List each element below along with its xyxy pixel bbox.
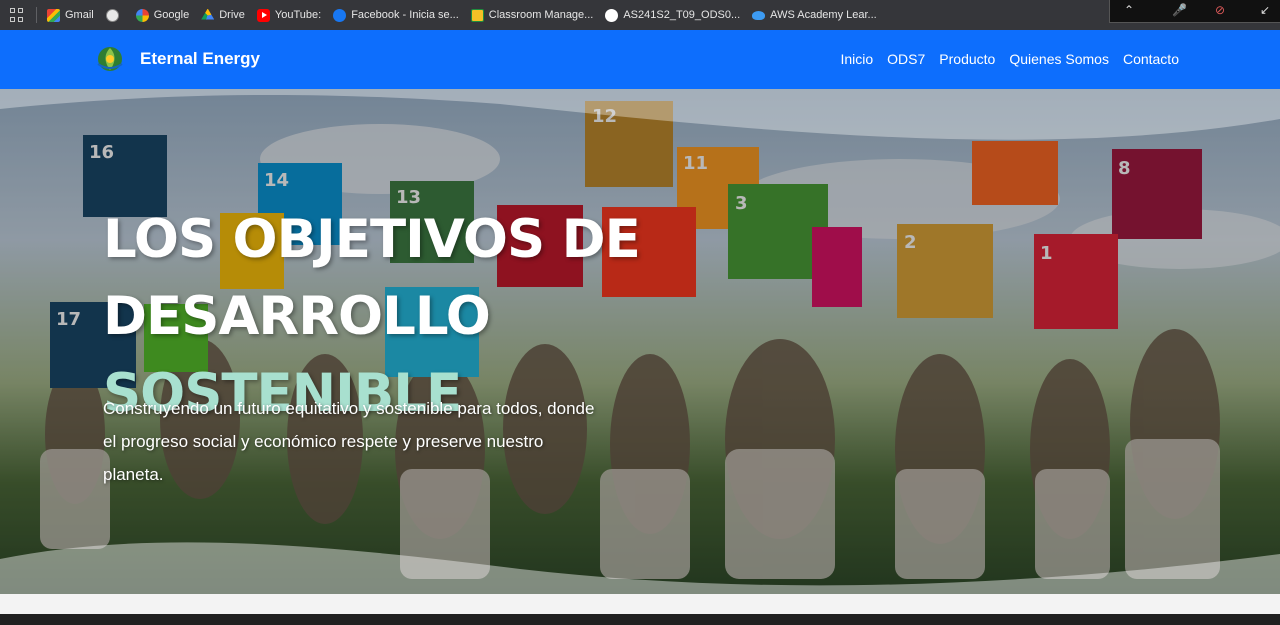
nav-link-producto[interactable]: Producto — [939, 51, 995, 67]
bookmark-aws[interactable]: AWS Academy Lear... — [752, 9, 877, 21]
chevron-up-icon[interactable]: ⌃ — [1124, 3, 1134, 17]
nav-links: Inicio ODS7 Producto Quienes Somos Conta… — [840, 51, 1179, 67]
collapse-icon[interactable]: ↙ — [1260, 3, 1270, 17]
bookmark-gmail[interactable]: Gmail — [47, 8, 94, 22]
classroom-icon — [470, 8, 484, 22]
camera-off-icon[interactable]: ⊘ — [1215, 3, 1225, 17]
aws-icon — [752, 10, 766, 20]
drive-icon — [201, 8, 215, 20]
site-navbar: Eternal Energy Inicio ODS7 Producto Quie… — [0, 30, 1280, 89]
circle-site-icon — [105, 8, 119, 22]
bookmark-site[interactable] — [105, 8, 124, 22]
page-content-strip — [0, 594, 1280, 614]
hero-top-wave — [0, 89, 1280, 140]
bookmark-drive[interactable]: Drive — [201, 8, 245, 22]
bookmark-classroom[interactable]: Classroom Manage... — [470, 8, 593, 22]
hero-section: 16 14 13 12 11 3 8 2 1 17 LOS OBJETIVOS … — [0, 89, 1280, 594]
github-icon — [605, 8, 619, 22]
brand-name[interactable]: Eternal Energy — [140, 49, 260, 69]
bookmark-google[interactable]: Google — [135, 8, 189, 22]
hero-subtitle: Construyendo un futuro equitativo y sost… — [103, 399, 595, 484]
hero-bottom-wave — [0, 542, 1280, 594]
bookmarks-bar: Gmail Google Drive YouTube: Facebook - I… — [0, 0, 1280, 30]
bookmark-facebook[interactable]: Facebook - Inicia se... — [333, 8, 459, 22]
nav-link-inicio[interactable]: Inicio — [840, 51, 873, 67]
brand-logo-icon[interactable] — [95, 44, 125, 74]
apps-grid-icon[interactable] — [10, 8, 24, 22]
youtube-icon — [256, 8, 270, 22]
media-control-popup: ⌃ 🎤 ⊘ ↙ — [1109, 0, 1280, 23]
facebook-icon — [333, 8, 347, 22]
bookmark-github[interactable]: AS241S2_T09_ODS0... — [605, 8, 740, 22]
nav-link-contacto[interactable]: Contacto — [1123, 51, 1179, 67]
mic-muted-icon[interactable]: 🎤 — [1172, 3, 1187, 17]
google-icon — [135, 8, 149, 22]
os-taskbar — [0, 614, 1280, 625]
bookmarks-separator — [36, 7, 37, 23]
hero-title-line2: DESARROLLO — [103, 286, 491, 347]
gmail-icon — [47, 8, 60, 22]
hero-title-line1: LOS OBJETIVOS DE — [103, 209, 641, 270]
bookmark-youtube[interactable]: YouTube: — [256, 8, 321, 22]
nav-link-quienes-somos[interactable]: Quienes Somos — [1009, 51, 1109, 67]
nav-link-ods7[interactable]: ODS7 — [887, 51, 925, 67]
